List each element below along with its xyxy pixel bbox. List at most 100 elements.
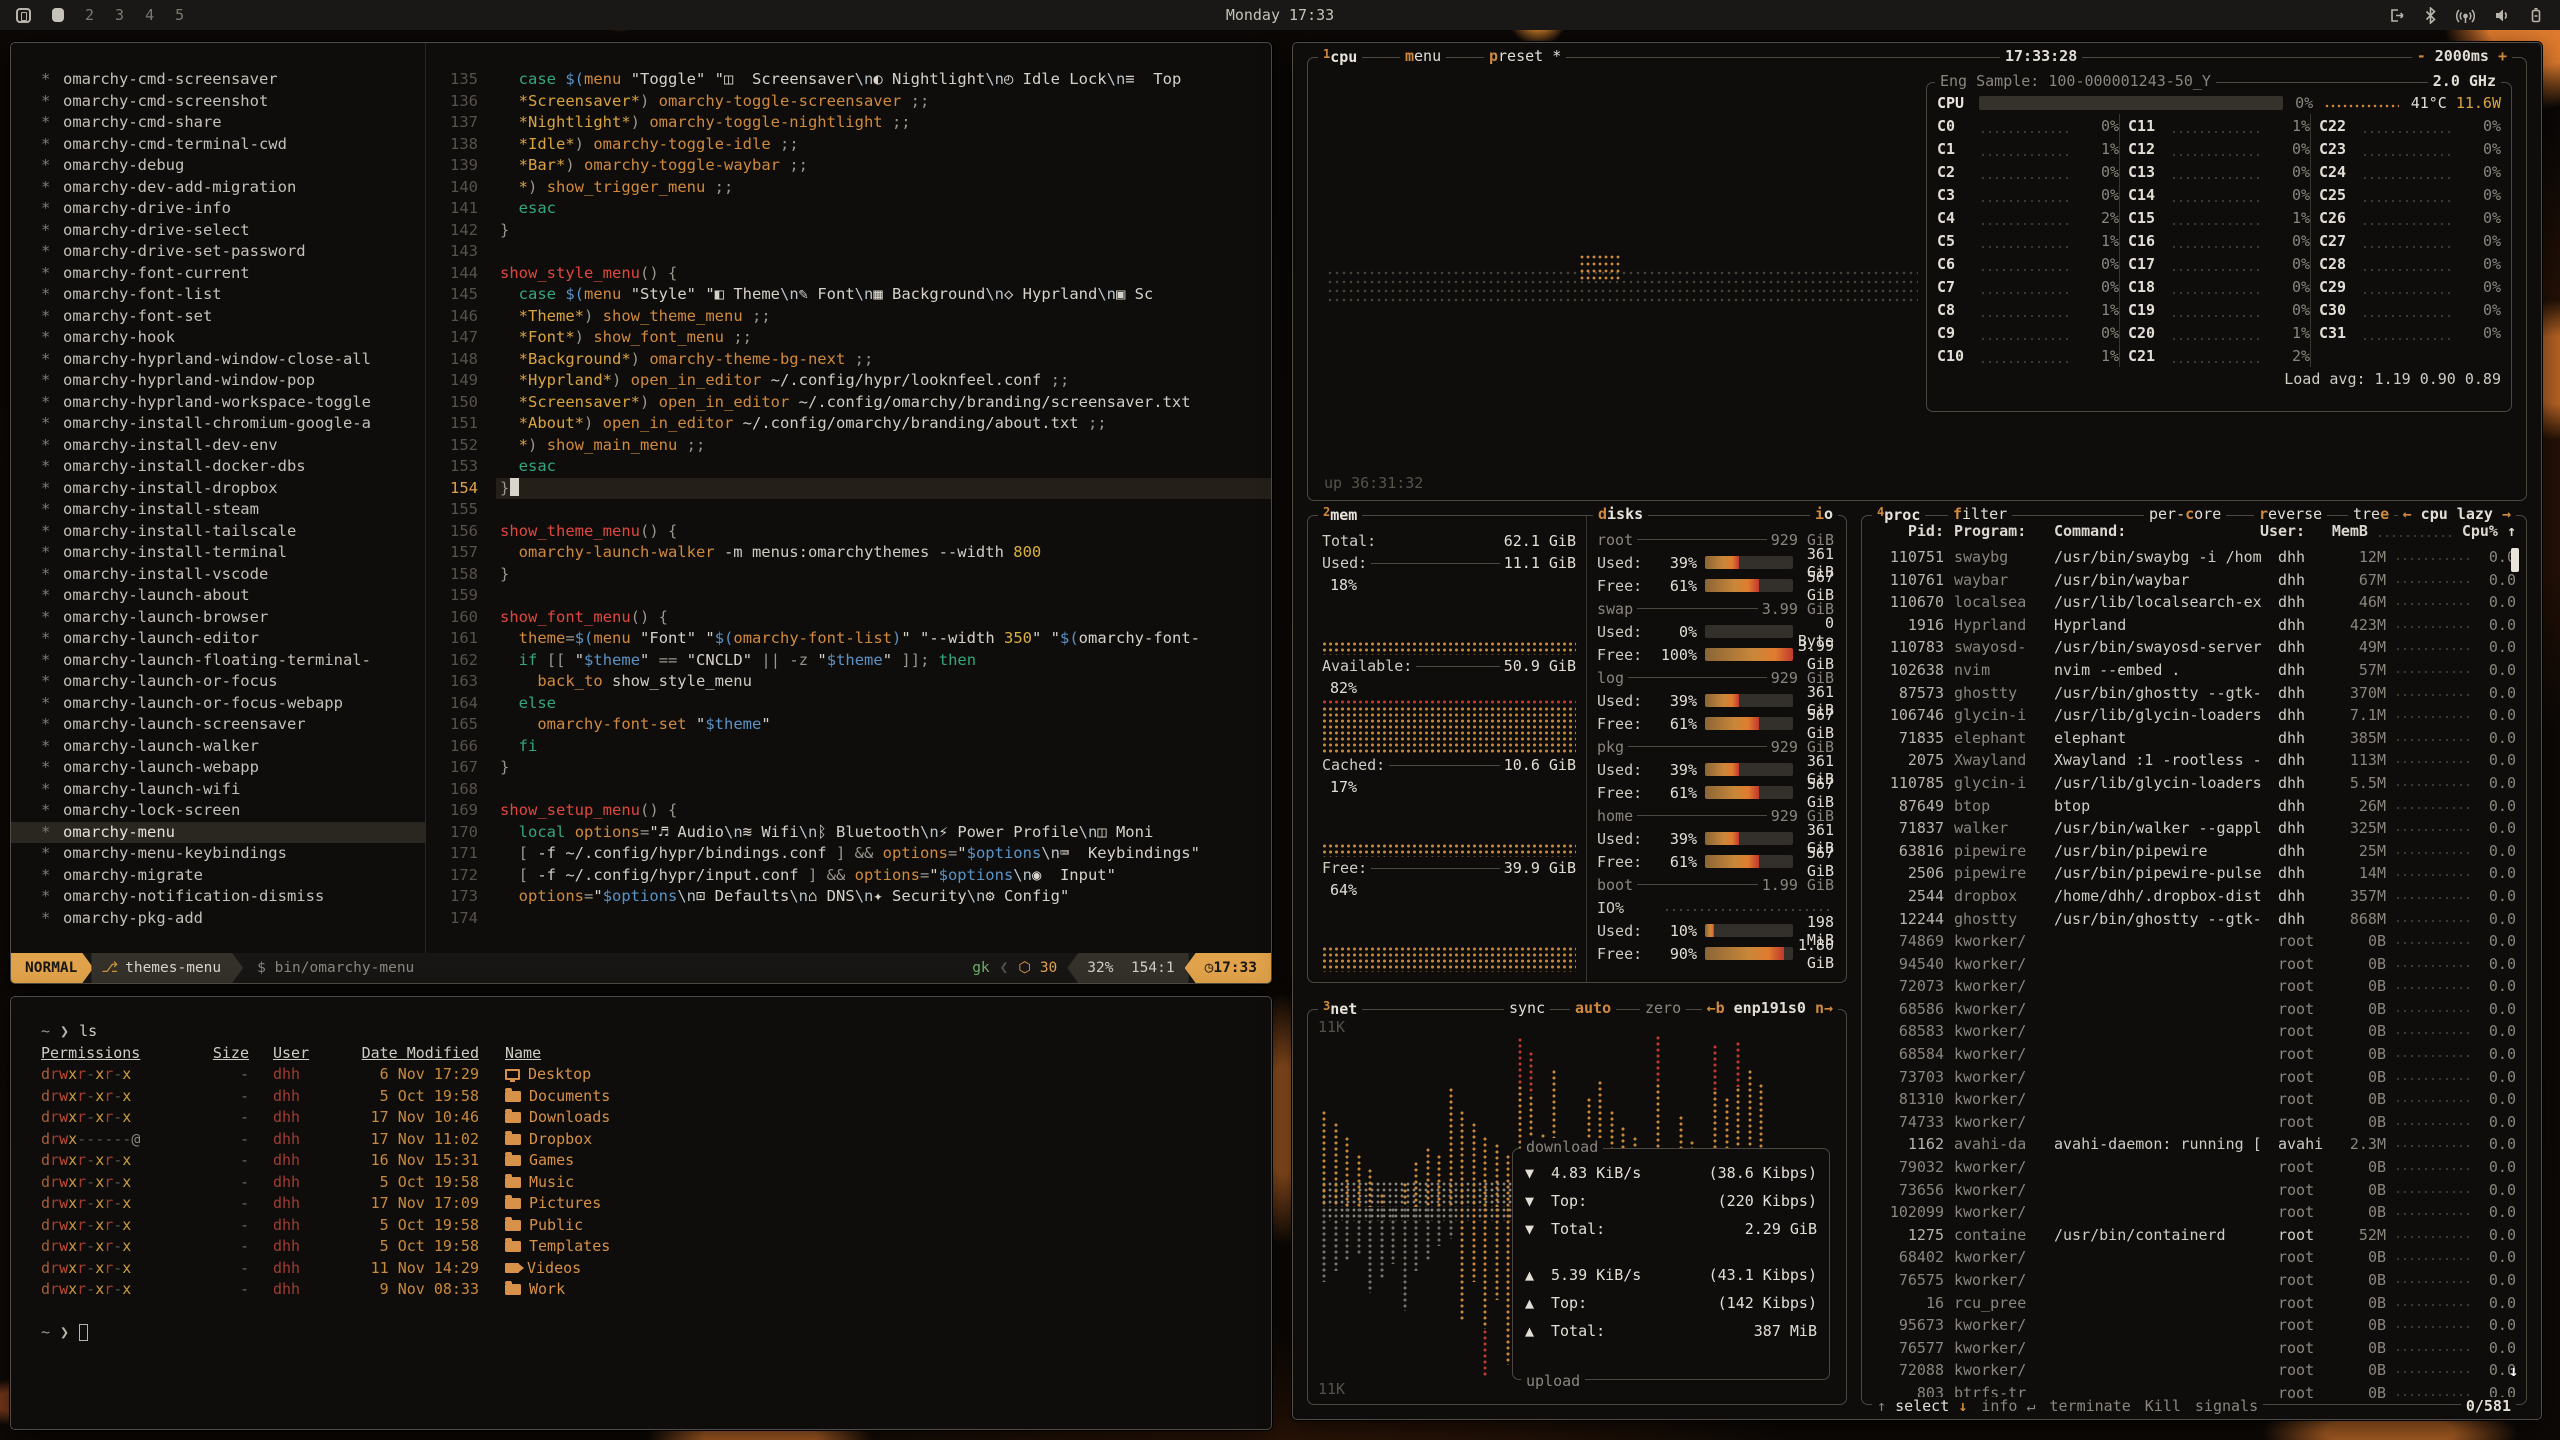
code-line[interactable]: *Nightlight*) omarchy-toggle-nightlight … [496, 112, 1271, 134]
code-line[interactable]: [ -f ~/.config/hypr/bindings.conf ] && o… [496, 843, 1271, 865]
file-item[interactable]: *omarchy-install-terminal [11, 542, 425, 564]
process-row[interactable]: 74869kworker/root0B0.0 [1866, 930, 2522, 953]
process-row[interactable]: 1916HyprlandHyprlanddhh423M0.0 [1866, 614, 2522, 637]
process-row[interactable]: 94540kworker/root0B0.0 [1866, 953, 2522, 976]
btop-window[interactable]: 1cpu menu preset * 17:33:28 - 2000ms + u… [1292, 42, 2542, 1420]
code-line[interactable]: theme=$(menu "Font" "$(omarchy-font-list… [496, 628, 1271, 650]
proc-box-title[interactable]: 4proc [1872, 505, 1925, 524]
code-line[interactable]: *Idle*) omarchy-toggle-idle ;; [496, 134, 1271, 156]
code-line[interactable]: show_style_menu() { [496, 263, 1271, 285]
disks-title[interactable]: disks [1593, 505, 1648, 523]
file-item[interactable]: *omarchy-pkg-add [11, 908, 425, 930]
file-item[interactable]: *omarchy-install-dev-env [11, 435, 425, 457]
file-item[interactable]: *omarchy-install-dropbox [11, 478, 425, 500]
code-line[interactable]: show_setup_menu() { [496, 800, 1271, 822]
file-item[interactable]: *omarchy-install-tailscale [11, 521, 425, 543]
file-item[interactable]: *omarchy-cmd-screensaver [11, 69, 425, 91]
process-row[interactable]: 68402kworker/root0B0.0 [1866, 1246, 2522, 1269]
file-item[interactable]: *omarchy-debug [11, 155, 425, 177]
file-item[interactable]: *omarchy-lock-screen [11, 800, 425, 822]
io-toggle[interactable]: io [1810, 505, 1838, 523]
code-line[interactable] [496, 585, 1271, 607]
process-row[interactable]: 803btrfs-trroot0B0.0 [1866, 1382, 2522, 1398]
process-row[interactable]: 87649btopbtopdhh26M0.0 [1866, 795, 2522, 818]
code-line[interactable]: *About*) open_in_editor ~/.config/omarch… [496, 413, 1271, 435]
process-row[interactable]: 102638nvimnvim --embed .dhh57M0.0 [1866, 659, 2522, 682]
tree-toggle[interactable]: tree [2348, 505, 2394, 523]
select-keys[interactable]: ↑ select ↓ [1877, 1397, 1967, 1415]
proc-action-signals[interactable]: signals [2195, 1397, 2258, 1415]
code-line[interactable]: *) show_main_menu ;; [496, 435, 1271, 457]
process-row[interactable]: 110761waybar/usr/bin/waybardhh67M0.0 [1866, 569, 2522, 592]
code-line[interactable]: *Background*) omarchy-theme-bg-next ;; [496, 349, 1271, 371]
process-row[interactable]: 63816pipewire/usr/bin/pipewiredhh25M0.0 [1866, 840, 2522, 863]
file-item[interactable]: *omarchy-menu [11, 822, 425, 844]
update-interval[interactable]: - 2000ms + [2412, 47, 2512, 65]
file-item[interactable]: *omarchy-migrate [11, 865, 425, 887]
file-item[interactable]: *omarchy-launch-about [11, 585, 425, 607]
code-line[interactable] [496, 908, 1271, 930]
proc-action-terminate[interactable]: terminate [2050, 1397, 2131, 1415]
process-row[interactable]: 12244ghostty/usr/bin/ghostty --gtk-dhh86… [1866, 908, 2522, 931]
file-item[interactable]: *omarchy-launch-floating-terminal- [11, 650, 425, 672]
file-item[interactable]: *omarchy-drive-set-password [11, 241, 425, 263]
process-row[interactable]: 2544dropbox/home/dhh/.dropbox-distdhh357… [1866, 885, 2522, 908]
process-row[interactable]: 81310kworker/root0B0.0 [1866, 1088, 2522, 1111]
process-row[interactable]: 110783swayosd-/usr/bin/swayosd-serverdhh… [1866, 636, 2522, 659]
process-row[interactable]: 106746glycin-i/usr/lib/glycin-loadersdhh… [1866, 704, 2522, 727]
file-item[interactable]: *omarchy-font-current [11, 263, 425, 285]
file-item[interactable]: *omarchy-notification-dismiss [11, 886, 425, 908]
file-explorer[interactable]: *omarchy-cmd-screensaver*omarchy-cmd-scr… [11, 43, 426, 953]
terminal-window[interactable]: ~❯lsPermissionsSizeUserDate ModifiedName… [10, 996, 1272, 1430]
process-row[interactable]: 1162avahi-daavahi-daemon: running [avahi… [1866, 1133, 2522, 1156]
process-row[interactable]: 110670localsea/usr/lib/localsearch-exdhh… [1866, 591, 2522, 614]
process-row[interactable]: 110785glycin-i/usr/lib/glycin-loadersdhh… [1866, 772, 2522, 795]
code-line[interactable]: *Font*) show_font_menu ;; [496, 327, 1271, 349]
file-item[interactable]: *omarchy-install-docker-dbs [11, 456, 425, 478]
code-line[interactable]: show_font_menu() { [496, 607, 1271, 629]
file-item[interactable]: *omarchy-font-set [11, 306, 425, 328]
code-line[interactable]: local options="♬ Audio\n≋ Wifi\nᛒ Blueto… [496, 822, 1271, 844]
sort-column-switch[interactable]: ← cpu lazy → [2398, 505, 2516, 523]
process-row[interactable]: 16rcu_preeroot0B0.0 [1866, 1292, 2522, 1315]
preset-button[interactable]: preset * [1484, 47, 1566, 65]
file-item[interactable]: *omarchy-launch-browser [11, 607, 425, 629]
terminal-output[interactable]: ~❯lsPermissionsSizeUserDate ModifiedName… [11, 997, 1271, 1344]
file-item[interactable]: *omarchy-install-chromium-google-a [11, 413, 425, 435]
code-line[interactable]: case $(menu "Toggle" "◫ Screensaver\n◐ N… [496, 69, 1271, 91]
code-line[interactable]: } [496, 478, 1271, 500]
per-core-toggle[interactable]: per-core [2144, 505, 2226, 523]
process-row[interactable]: 68584kworker/root0B0.0 [1866, 1043, 2522, 1066]
code-line[interactable]: *Screensaver*) open_in_editor ~/.config/… [496, 392, 1271, 414]
code-line[interactable]: show_theme_menu() { [496, 521, 1271, 543]
file-item[interactable]: *omarchy-launch-editor [11, 628, 425, 650]
file-item[interactable]: *omarchy-launch-or-focus [11, 671, 425, 693]
code-line[interactable]: *Screensaver*) omarchy-toggle-screensave… [496, 91, 1271, 113]
file-item[interactable]: *omarchy-launch-or-focus-webapp [11, 693, 425, 715]
process-row[interactable]: 95673kworker/root0B0.0 [1866, 1314, 2522, 1337]
code-line[interactable]: *Theme*) show_theme_menu ;; [496, 306, 1271, 328]
editor-window[interactable]: *omarchy-cmd-screensaver*omarchy-cmd-scr… [10, 42, 1272, 984]
process-row[interactable]: 2506pipewire/usr/bin/pipewire-pulsedhh14… [1866, 862, 2522, 885]
code-line[interactable]: } [496, 220, 1271, 242]
proc-scrollbar[interactable] [2511, 548, 2519, 572]
process-row[interactable]: 72073kworker/root0B0.0 [1866, 975, 2522, 998]
process-row[interactable]: 74733kworker/root0B0.0 [1866, 1111, 2522, 1134]
cpu-box-title[interactable]: 1cpu [1318, 47, 1362, 66]
code-line[interactable] [496, 241, 1271, 263]
process-row[interactable]: 71835elephantelephantdhh385M0.0 [1866, 727, 2522, 750]
code-line[interactable]: if [[ "$theme" == "CNCLD" || -z "$theme"… [496, 650, 1271, 672]
file-item[interactable]: *omarchy-cmd-screenshot [11, 91, 425, 113]
code-line[interactable]: *Bar*) omarchy-toggle-waybar ;; [496, 155, 1271, 177]
process-table[interactable]: 110751swaybg/usr/bin/swaybg -i /homdhh12… [1866, 546, 2522, 1398]
process-row[interactable]: 87573ghostty/usr/bin/ghostty --gtk-dhh37… [1866, 682, 2522, 705]
code-pane[interactable]: case $(menu "Toggle" "◫ Screensaver\n◐ N… [496, 69, 1271, 953]
process-row[interactable]: 73656kworker/root0B0.0 [1866, 1179, 2522, 1202]
code-line[interactable]: options="$options\n⊡ Defaults\n⌂ DNS\n✦ … [496, 886, 1271, 908]
file-item[interactable]: *omarchy-hook [11, 327, 425, 349]
menu-button[interactable]: menu [1400, 47, 1446, 65]
file-item[interactable]: *omarchy-launch-webapp [11, 757, 425, 779]
proc-action-kill[interactable]: Kill [2145, 1397, 2181, 1415]
process-row[interactable]: 68586kworker/root0B0.0 [1866, 998, 2522, 1021]
file-item[interactable]: *omarchy-menu-keybindings [11, 843, 425, 865]
